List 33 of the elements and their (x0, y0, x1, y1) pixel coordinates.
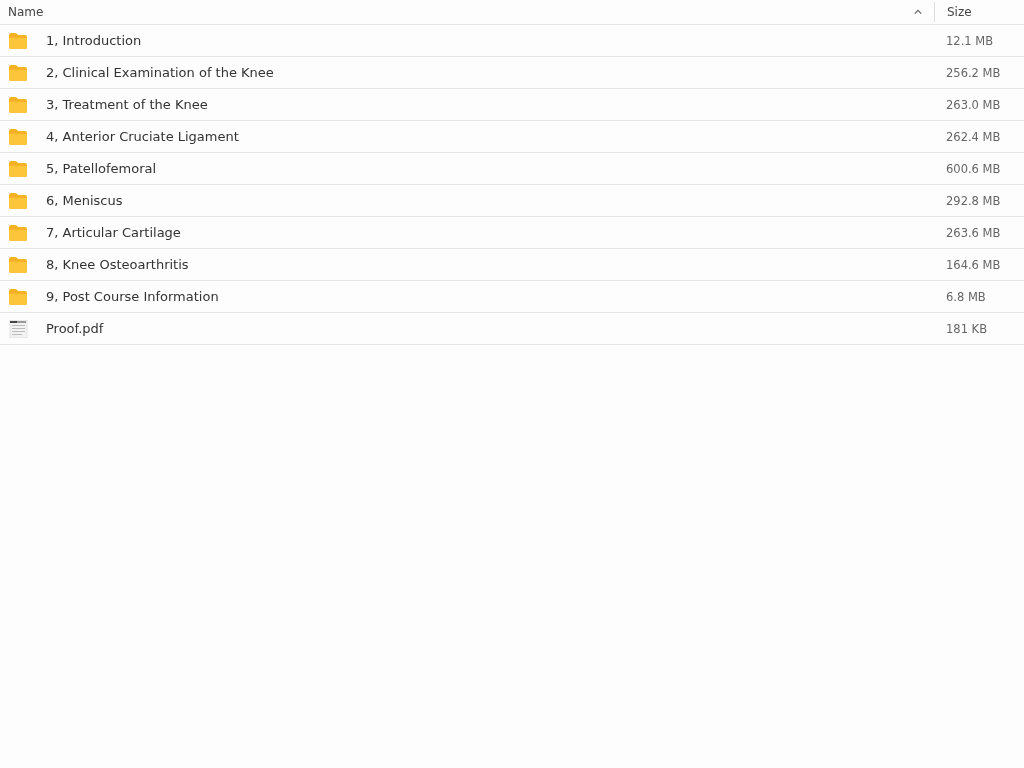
file-size: 263.0 MB (946, 97, 1002, 112)
folder-icon (8, 95, 28, 114)
file-name[interactable]: 2, Clinical Examination of the Knee (46, 65, 946, 80)
column-header[interactable]: Size (935, 5, 1024, 19)
file-size: 164.6 MB (946, 257, 1002, 272)
file-size: 181 KB (946, 321, 989, 336)
file-size: 262.4 MB (946, 129, 1002, 144)
document-icon (8, 319, 28, 338)
file-size: 263.6 MB (946, 225, 1002, 240)
folder-icon (8, 63, 28, 82)
file-size: 6.8 MB (946, 289, 987, 304)
folder-icon (8, 31, 28, 50)
folder-icon (8, 287, 28, 306)
column-header[interactable]: Name (8, 5, 912, 19)
file-name[interactable]: 1, Introduction (46, 33, 946, 48)
file-name[interactable]: 4, Anterior Cruciate Ligament (46, 129, 946, 144)
folder-icon (8, 159, 28, 178)
folder-icon (8, 255, 28, 274)
folder-icon (8, 127, 28, 146)
file-name[interactable]: 5, Patellofemoral (46, 161, 946, 176)
file-name[interactable]: 8, Knee Osteoarthritis (46, 257, 946, 272)
sort-caret-icon[interactable] (912, 8, 924, 16)
file-name[interactable]: 3, Treatment of the Knee (46, 97, 946, 112)
file-size: 256.2 MB (946, 65, 1002, 80)
file-size: 600.6 MB (946, 161, 1002, 176)
folder-icon (8, 223, 28, 242)
folder-icon (8, 191, 28, 210)
file-name[interactable]: 6, Meniscus (46, 193, 946, 208)
file-name[interactable]: 7, Articular Cartilage (46, 225, 946, 240)
file-size: 12.1 MB (946, 33, 995, 48)
file-name[interactable]: Proof.pdf (46, 321, 946, 336)
file-size: 292.8 MB (946, 193, 1002, 208)
file-name[interactable]: 9, Post Course Information (46, 289, 946, 304)
